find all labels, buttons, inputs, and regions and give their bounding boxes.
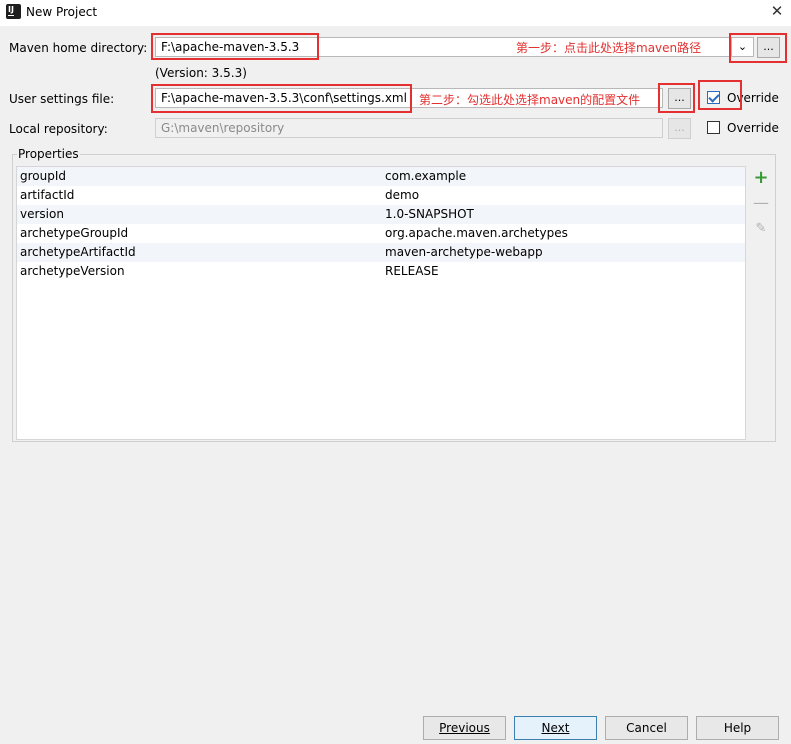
- property-value: com.example: [385, 169, 467, 183]
- local-repo-override-checkbox[interactable]: [707, 121, 720, 134]
- property-key: archetypeGroupId: [20, 226, 129, 240]
- property-key: archetypeArtifactId: [20, 245, 136, 259]
- local-repo-browse-button[interactable]: ...: [668, 118, 691, 139]
- pencil-icon[interactable]: ✎: [752, 220, 770, 238]
- remove-icon[interactable]: —: [752, 194, 770, 212]
- property-key: artifactId: [20, 188, 75, 202]
- user-settings-override-label: Override: [727, 91, 779, 105]
- table-row[interactable]: version 1.0-SNAPSHOT: [17, 205, 745, 224]
- add-icon[interactable]: +: [752, 169, 770, 187]
- close-icon[interactable]: ✕: [768, 2, 786, 20]
- window-title: New Project: [26, 5, 98, 19]
- next-button[interactable]: Next: [514, 716, 597, 740]
- properties-table: groupId com.example artifactId demo version 1…: [16, 166, 746, 440]
- cancel-button[interactable]: Cancel: [605, 716, 688, 740]
- maven-version-text: (Version: 3.5.3): [155, 66, 247, 80]
- maven-home-dropdown[interactable]: ⌄: [731, 37, 754, 57]
- title-bar: New Project ✕: [0, 0, 791, 26]
- local-repo-input[interactable]: G:\maven\repository: [155, 118, 663, 138]
- table-row[interactable]: groupId com.example: [17, 167, 745, 186]
- step-two-annotation: 第二步：勾选此处选择maven的配置文件: [419, 93, 641, 107]
- property-key: version: [20, 207, 64, 221]
- user-settings-label: User settings file:: [9, 92, 115, 106]
- maven-home-browse-button[interactable]: ...: [757, 37, 780, 58]
- step-one-annotation: 第一步：点击此处选择maven路径: [516, 41, 702, 55]
- property-value: org.apache.maven.archetypes: [385, 226, 568, 240]
- intellij-app-icon: [6, 4, 21, 19]
- table-row[interactable]: archetypeGroupId org.apache.maven.archety…: [17, 224, 745, 243]
- property-value: 1.0-SNAPSHOT: [385, 207, 474, 221]
- table-row[interactable]: archetypeArtifactId maven-archetype-webap…: [17, 243, 745, 262]
- user-settings-override-checkbox[interactable]: [707, 91, 720, 104]
- properties-title: Properties: [17, 147, 80, 161]
- chevron-down-icon: ⌄: [737, 40, 748, 53]
- previous-button[interactable]: Previous: [423, 716, 506, 740]
- property-key: archetypeVersion: [20, 264, 125, 278]
- property-value: maven-archetype-webapp: [385, 245, 543, 259]
- table-row[interactable]: artifactId demo: [17, 186, 745, 205]
- local-repo-override-label: Override: [727, 121, 779, 135]
- property-value: demo: [385, 188, 420, 202]
- property-value: RELEASE: [385, 264, 439, 278]
- maven-home-label: Maven home directory:: [9, 41, 148, 55]
- local-repo-label: Local repository:: [9, 122, 108, 136]
- property-key: groupId: [20, 169, 67, 183]
- help-button[interactable]: Help: [696, 716, 779, 740]
- properties-toolbar: + — ✎: [748, 166, 774, 440]
- user-settings-browse-button[interactable]: ...: [668, 88, 691, 109]
- table-row[interactable]: archetypeVersion RELEASE: [17, 262, 745, 281]
